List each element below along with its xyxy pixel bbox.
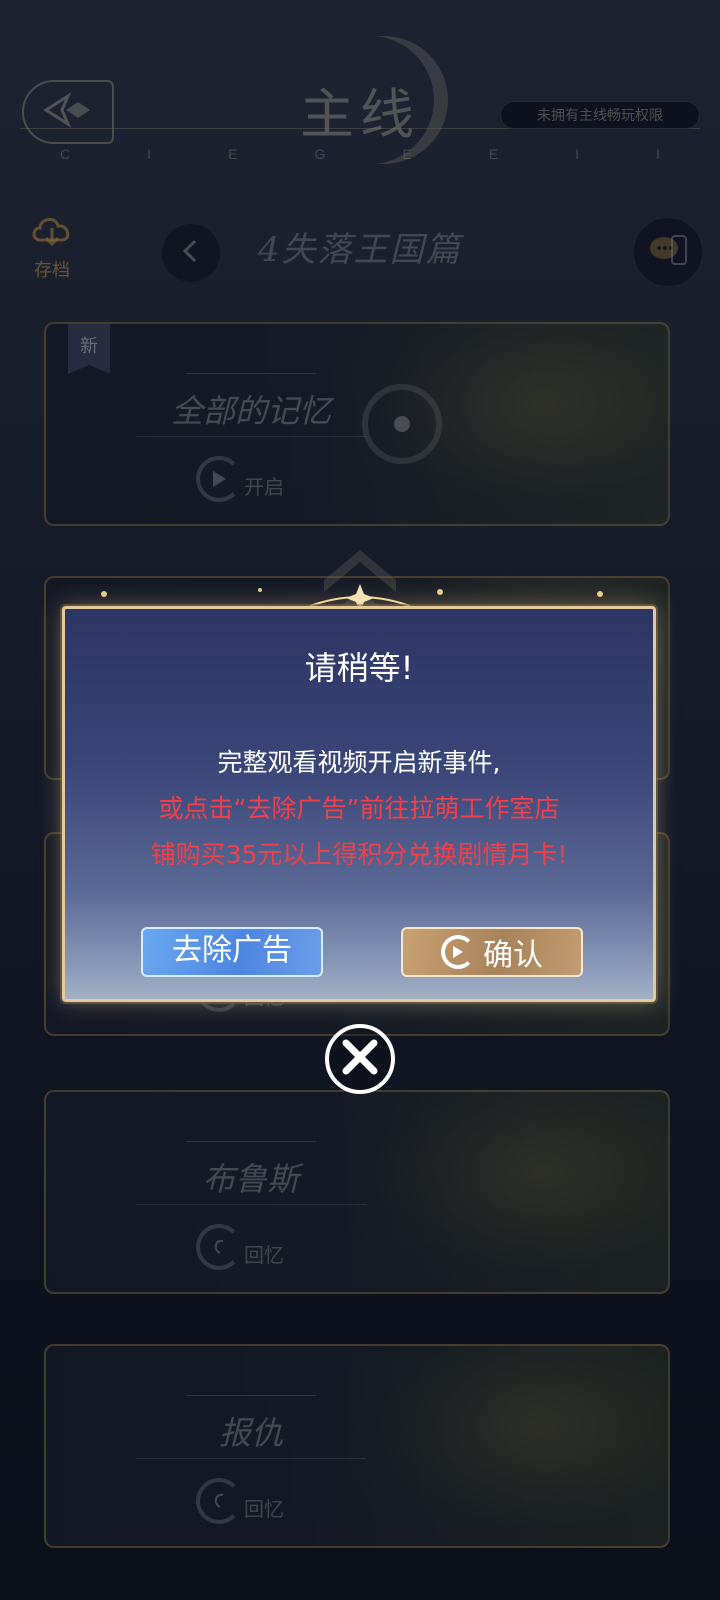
- dialog-title: 请稍等!: [304, 649, 414, 687]
- crescent-play-icon: [441, 935, 475, 969]
- dialog-warning-line: 或点击“去除广告”前往拉萌工作室店: [158, 794, 560, 823]
- dialog-message: 完整观看视频开启新事件,: [217, 748, 501, 777]
- ad-prompt-dialog: 请稍等! 完整观看视频开启新事件, 或点击“去除广告”前往拉萌工作室店 铺购买3…: [62, 606, 656, 1002]
- confirm-button[interactable]: 确认: [401, 927, 583, 977]
- close-x-icon: [340, 1037, 380, 1081]
- close-button[interactable]: [325, 1024, 395, 1094]
- confirm-label: 确认: [483, 938, 543, 973]
- remove-ads-button[interactable]: 去除广告: [141, 927, 323, 977]
- dialog-warning-line: 铺购买35元以上得积分兑换剧情月卡!: [150, 840, 568, 869]
